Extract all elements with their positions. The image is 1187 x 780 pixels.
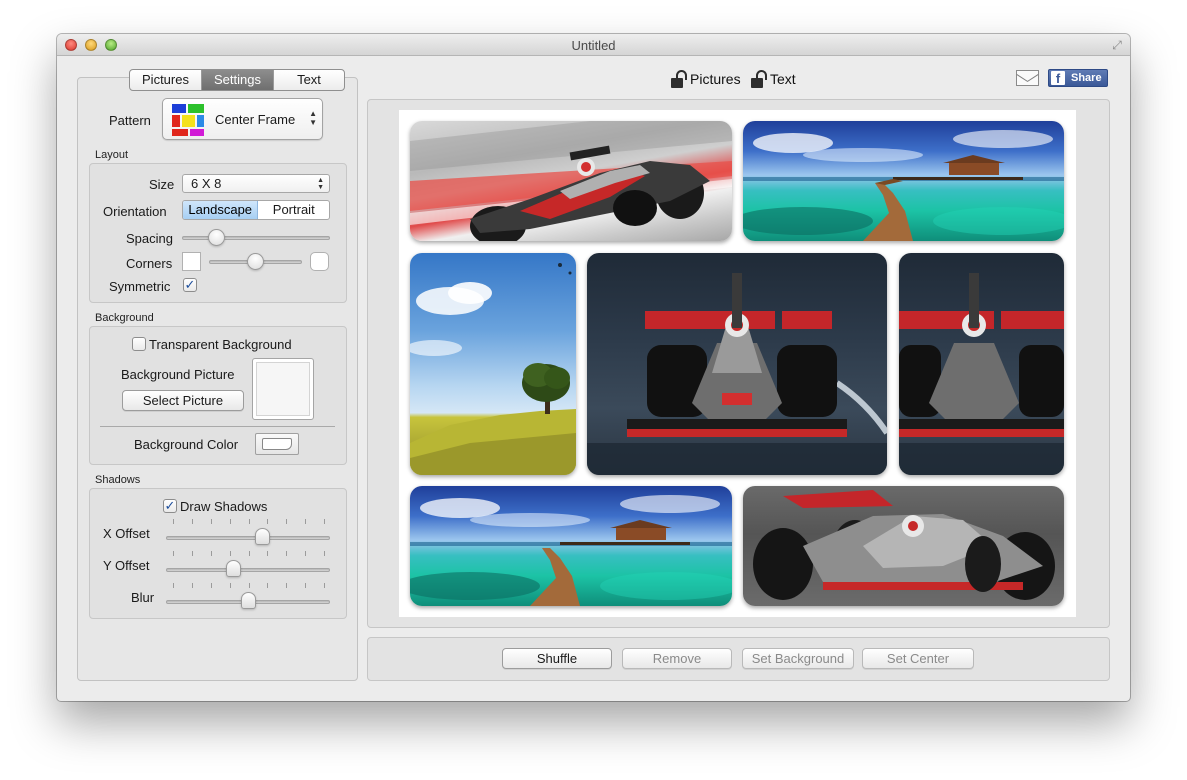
y-offset-label: Y Offset <box>103 558 150 573</box>
f1-car-front-graphic <box>587 273 887 475</box>
tab-text[interactable]: Text <box>274 70 344 90</box>
tropical-pier-graphic-2 <box>410 495 732 606</box>
tropical-pier-graphic <box>743 130 1064 241</box>
spacing-slider-track[interactable] <box>182 236 330 240</box>
background-divider <box>100 426 335 427</box>
symmetric-label: Symmetric <box>109 279 171 294</box>
share-label: Share <box>1071 72 1102 84</box>
set-center-button[interactable]: Set Center <box>862 648 974 669</box>
size-value: 6 X 8 <box>191 176 222 191</box>
orientation-landscape[interactable]: Landscape <box>183 201 259 219</box>
spacing-label: Spacing <box>126 231 173 246</box>
fullscreen-icon[interactable]: ⤢ <box>1110 38 1124 52</box>
rounded-corner-icon <box>310 252 329 271</box>
select-arrows-icon: ▲ ▼ <box>317 177 324 191</box>
remove-button[interactable]: Remove <box>622 648 732 669</box>
symmetric-checkbox[interactable]: ✓ <box>183 278 197 292</box>
size-select[interactable]: 6 X 8 ▲ ▼ <box>182 174 330 193</box>
x-offset-slider-knob[interactable] <box>255 528 271 545</box>
facebook-icon: f <box>1051 71 1065 86</box>
photo-f1-car-motion-blur[interactable] <box>410 121 732 241</box>
corners-label: Corners <box>126 256 173 271</box>
settings-sidebar: Pictures Settings Text Pattern Center Fr… <box>77 69 358 681</box>
popup-arrows-icon: ▲ ▼ <box>309 109 317 127</box>
y-offset-slider-track[interactable] <box>166 568 330 572</box>
pictures-unlocked-lock-icon[interactable] <box>671 70 687 88</box>
background-color-label: Background Color <box>134 437 239 452</box>
y-offset-slider-knob[interactable] <box>225 560 241 577</box>
background-section-title: Background <box>95 312 154 324</box>
select-picture-button[interactable]: Select Picture <box>122 390 244 411</box>
blur-label: Blur <box>131 590 155 605</box>
draw-shadows-label: Draw Shadows <box>180 499 268 514</box>
tree-on-hill-graphic <box>410 263 576 475</box>
f1-car-blur-graphic <box>410 121 732 241</box>
action-bar <box>367 637 1110 681</box>
color-swatch <box>262 438 292 450</box>
pattern-popup-button[interactable]: Center Frame ▲ ▼ <box>162 98 323 140</box>
mail-icon[interactable] <box>1016 70 1039 86</box>
shadows-section-title: Shadows <box>95 474 141 486</box>
photo-tree-on-hill-sky[interactable] <box>410 253 576 475</box>
sidebar-tabs: Pictures Settings Text <box>129 69 345 91</box>
photo-tropical-pier-sea-2[interactable] <box>410 486 732 606</box>
photo-f1-car-track-bottom[interactable] <box>743 486 1064 606</box>
collage-canvas[interactable] <box>399 110 1076 617</box>
facebook-share-button[interactable]: f Share <box>1048 69 1108 87</box>
orientation-segmented-control: Landscape Portrait <box>182 200 330 220</box>
text-lock-label: Text <box>770 71 796 87</box>
x-offset-slider-track[interactable] <box>166 536 330 540</box>
photo-f1-car-front-center[interactable] <box>587 253 887 475</box>
draw-shadows-checkbox[interactable]: ✓ <box>163 499 177 513</box>
square-corner-icon <box>182 252 201 271</box>
tab-pictures[interactable]: Pictures <box>130 70 202 90</box>
text-unlocked-lock-icon[interactable] <box>751 70 767 88</box>
background-picture-label: Background Picture <box>121 367 235 382</box>
set-background-button[interactable]: Set Background <box>742 648 854 669</box>
orientation-label: Orientation <box>103 204 167 219</box>
background-color-well[interactable] <box>255 433 299 455</box>
photo-tropical-pier-sea[interactable] <box>743 121 1064 241</box>
layout-section-title: Layout <box>95 149 129 161</box>
orientation-portrait[interactable]: Portrait <box>258 201 329 219</box>
window-title: Untitled <box>571 38 616 53</box>
shuffle-button[interactable]: Shuffle <box>502 648 612 669</box>
app-window: Untitled ⤢ Pictures Settings Text Patter… <box>57 34 1130 701</box>
photo-f1-car-front-right[interactable] <box>899 253 1064 475</box>
corners-slider-knob[interactable] <box>247 253 264 270</box>
pictures-lock-label: Pictures <box>690 71 741 87</box>
blur-slider-knob[interactable] <box>240 592 256 609</box>
tab-settings[interactable]: Settings <box>202 70 274 90</box>
y-offset-ticks <box>173 551 325 557</box>
title-bar[interactable]: Untitled ⤢ <box>57 34 1130 56</box>
pattern-value: Center Frame <box>215 112 296 127</box>
pattern-label: Pattern <box>109 113 151 128</box>
f1-car-track-graphic <box>753 490 1055 600</box>
blur-ticks <box>173 583 325 589</box>
f1-car-front-right-graphic <box>899 273 1064 475</box>
x-offset-label: X Offset <box>103 526 150 541</box>
pattern-preview-icon <box>172 104 204 136</box>
size-label: Size <box>149 177 175 192</box>
transparent-background-label: Transparent Background <box>149 337 292 352</box>
x-offset-ticks <box>173 519 325 525</box>
background-picture-well[interactable] <box>252 358 314 420</box>
transparent-background-checkbox[interactable] <box>132 337 146 351</box>
